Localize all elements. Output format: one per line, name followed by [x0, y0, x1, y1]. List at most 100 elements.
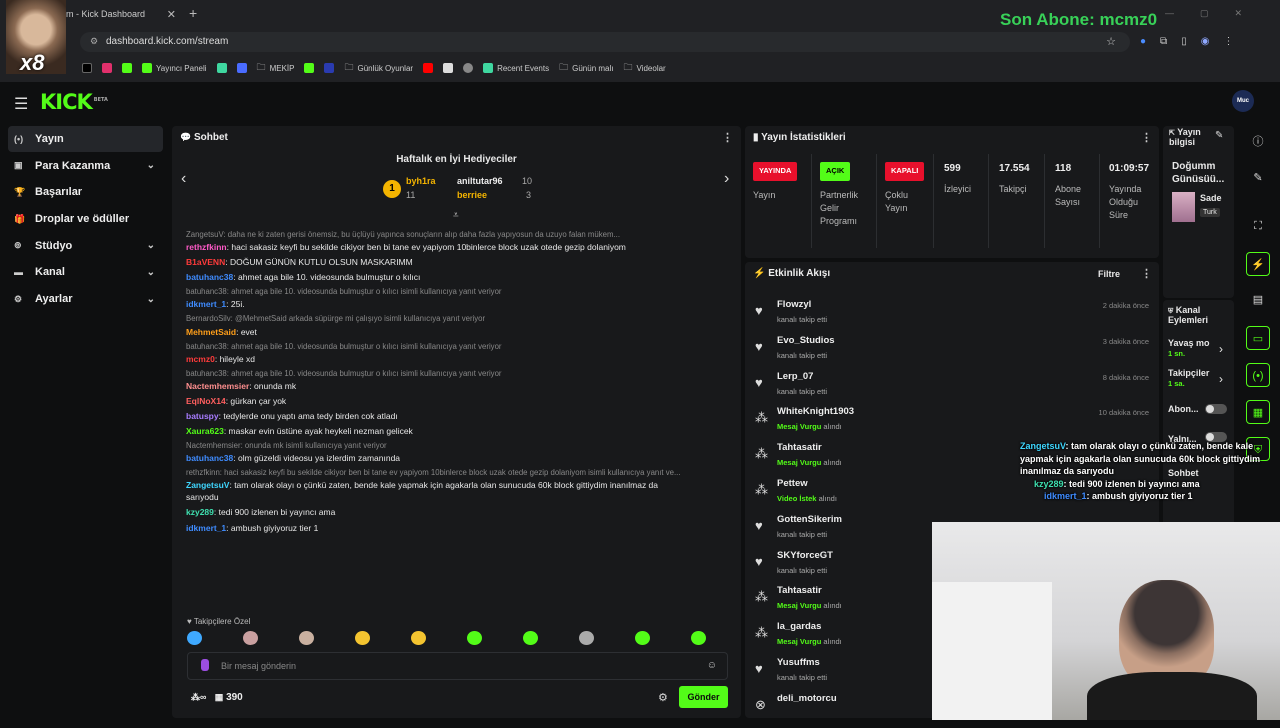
- sidebar-item-ayarlar[interactable]: ⚙ Ayarlar ⌄: [0, 286, 163, 312]
- menu-icon[interactable]: ⋮: [1223, 36, 1233, 47]
- activity-username[interactable]: GottenSikerim: [777, 514, 842, 525]
- broadcast-icon[interactable]: (•): [1246, 363, 1270, 387]
- store-icon[interactable]: ▦: [1246, 400, 1270, 424]
- info-icon[interactable]: ⓘ: [1246, 130, 1270, 154]
- activity-username[interactable]: Yusuffms: [777, 657, 820, 668]
- chat-username[interactable]: Nactemhemsier: [186, 381, 249, 391]
- chat-username[interactable]: batuhanc38: [186, 272, 233, 282]
- chat-username[interactable]: batuhanc38: [186, 453, 233, 463]
- gifter-name[interactable]: berriee: [457, 190, 487, 200]
- activity-username[interactable]: deli_motorcu: [777, 693, 837, 704]
- emote[interactable]: [579, 631, 594, 645]
- chat-message-input[interactable]: Bir mesaj gönderin ☺: [187, 652, 728, 680]
- hamburger-menu-icon[interactable]: ☰: [14, 94, 28, 114]
- activity-username[interactable]: la_gardas: [777, 621, 821, 632]
- chat-username[interactable]: Xaura623: [186, 426, 224, 436]
- bookmark-yayinci-paneli[interactable]: Yayıncı Paneli: [142, 63, 207, 73]
- chevron-right-icon[interactable]: ›: [1219, 342, 1223, 356]
- document-icon[interactable]: ▤: [1246, 288, 1270, 312]
- chat-icon[interactable]: ▭: [1246, 326, 1270, 350]
- sidebar-item-studyo[interactable]: ⊚ Stüdyo ⌄: [0, 233, 163, 259]
- chat-message[interactable]: Xaura623: maskar evin üstüne ayak heykel…: [186, 426, 726, 437]
- subscriber-mode-toggle[interactable]: [1205, 404, 1227, 414]
- chat-username[interactable]: kzy289: [186, 507, 214, 517]
- chevron-right-icon[interactable]: ›: [1219, 372, 1223, 386]
- bookmark-kick[interactable]: [122, 63, 132, 73]
- chat-message[interactable]: Nactemhemsier: onunda mk: [186, 381, 726, 392]
- microphone-icon[interactable]: [201, 659, 209, 671]
- browser-tab[interactable]: m - Kick Dashboard ✕: [66, 4, 182, 24]
- window-controls[interactable]: —▢✕: [1165, 8, 1268, 19]
- activity-item[interactable]: ♥ Flowzyl kanalı takip etti 2 dakika önce: [755, 298, 1153, 334]
- activity-item[interactable]: ♥ Lerp_07 kanalı takip etti 8 dakika önce: [755, 370, 1153, 406]
- bookmark-gunun-mali[interactable]: 🗀 Günün malı: [559, 60, 613, 76]
- close-tab-icon[interactable]: ✕: [167, 8, 176, 21]
- address-bar[interactable]: ⚙ dashboard.kick.com/stream ☆: [80, 32, 1130, 52]
- site-info-icon[interactable]: ⚙: [90, 36, 98, 47]
- puzzle-icon[interactable]: ⧉: [1160, 36, 1167, 47]
- emote[interactable]: [355, 631, 370, 645]
- edit-icon[interactable]: ✎: [1215, 130, 1223, 141]
- sidebar-item-basarilar[interactable]: 🏆 Başarılar: [0, 179, 163, 205]
- emote[interactable]: [243, 631, 258, 645]
- gifter-name[interactable]: aniltutar96: [457, 176, 503, 186]
- chat-message[interactable]: batuhanc38: ahmet aga bile 10. videosund…: [186, 272, 726, 283]
- gifters-prev-icon[interactable]: ‹: [181, 170, 186, 188]
- bookmark-instagram[interactable]: [102, 63, 112, 73]
- emoji-icon[interactable]: ☺: [707, 660, 717, 671]
- chat-message[interactable]: mcmz0: hileyle xd: [186, 354, 726, 365]
- activity-item[interactable]: ♥ Evo_Studios kanalı takip etti 3 dakika ön…: [755, 334, 1153, 370]
- emote[interactable]: [411, 631, 426, 645]
- sidebar-item-yayin[interactable]: (•) Yayın: [8, 126, 163, 152]
- emote[interactable]: [635, 631, 650, 645]
- edit-icon[interactable]: ✎: [1246, 166, 1270, 190]
- activity-username[interactable]: Flowzyl: [777, 299, 811, 310]
- bookmark-icon[interactable]: [236, 63, 247, 73]
- bookmark-mekip[interactable]: 🗀 MEKİP: [257, 60, 295, 76]
- profile-icon[interactable]: ◉: [1201, 36, 1210, 47]
- sidepanel-icon[interactable]: ▯: [1181, 36, 1187, 47]
- sidebar-item-droplar[interactable]: 🎁 Droplar ve ödüller: [0, 206, 163, 232]
- bookmark-icon[interactable]: [463, 63, 474, 73]
- chat-username[interactable]: batuspy: [186, 411, 219, 421]
- bookmark-recent-events[interactable]: Recent Events: [483, 63, 549, 73]
- filter-button[interactable]: Filtre: [1098, 269, 1120, 279]
- gifters-next-icon[interactable]: ›: [724, 170, 729, 188]
- activity-username[interactable]: SKYforceGT: [777, 550, 833, 561]
- chat-username[interactable]: idkmert_1: [186, 299, 226, 309]
- bookmark-icon[interactable]: [443, 63, 454, 73]
- chat-username[interactable]: mcmz0: [186, 354, 215, 364]
- channel-points[interactable]: ⁂∞ ▦ 390: [191, 692, 243, 703]
- slow-mode-item[interactable]: Yavaş mo 1 sn.: [1168, 338, 1210, 358]
- chat-message[interactable]: B1aVENN: DOĞUM GÜNÜN KUTLU OLSUN MASKARI…: [186, 257, 726, 268]
- gifter-name[interactable]: byh1ra: [406, 176, 436, 186]
- chat-message[interactable]: EqlNoX14: gürkan çar yok: [186, 396, 726, 407]
- chat-message[interactable]: rethzfkinn: haci sakasiz keyfi bu sekild…: [186, 242, 726, 253]
- activity-username[interactable]: Tahtasatir: [777, 442, 822, 453]
- bookmark-youtube[interactable]: [423, 63, 434, 73]
- send-button[interactable]: Gönder: [679, 686, 728, 708]
- activity-username[interactable]: Pettew: [777, 478, 808, 489]
- pin-toggle-icon[interactable]: ⩡: [453, 210, 459, 221]
- sidebar-item-para-kazanma[interactable]: ▣ Para Kazanma ⌄: [0, 153, 163, 179]
- emote[interactable]: [523, 631, 538, 645]
- activity-username[interactable]: WhiteKnight1903: [777, 406, 854, 417]
- activity-username[interactable]: Lerp_07: [777, 371, 813, 382]
- stats-menu-icon[interactable]: ⋮: [1141, 131, 1152, 144]
- chat-menu-icon[interactable]: ⋮: [722, 131, 733, 144]
- emote[interactable]: [299, 631, 314, 645]
- bookmark-gunluk-oyunlar[interactable]: 🗀 Günlük Oyunlar: [344, 60, 413, 76]
- fullscreen-icon[interactable]: ⛶: [1246, 214, 1270, 238]
- activity-username[interactable]: Tahtasatir: [777, 585, 822, 596]
- chat-username[interactable]: EqlNoX14: [186, 396, 226, 406]
- bookmark-videolar[interactable]: 🗀 Videolar: [623, 60, 665, 76]
- emote-heart[interactable]: [187, 631, 202, 645]
- sidebar-item-kanal[interactable]: ▬ Kanal ⌄: [0, 259, 163, 285]
- chat-message[interactable]: ZangetsuV: tam olarak olayı o çünkü zate…: [186, 480, 726, 491]
- chat-username[interactable]: rethzfkinn: [186, 242, 227, 252]
- bookmark-kick[interactable]: [304, 63, 315, 73]
- chat-username[interactable]: idkmert_1: [186, 523, 226, 533]
- bookmark-star-icon[interactable]: ☆: [1106, 35, 1116, 48]
- chat-message[interactable]: idkmert_1: ambush giyiyoruz tier 1: [186, 523, 726, 534]
- emote[interactable]: [467, 631, 482, 645]
